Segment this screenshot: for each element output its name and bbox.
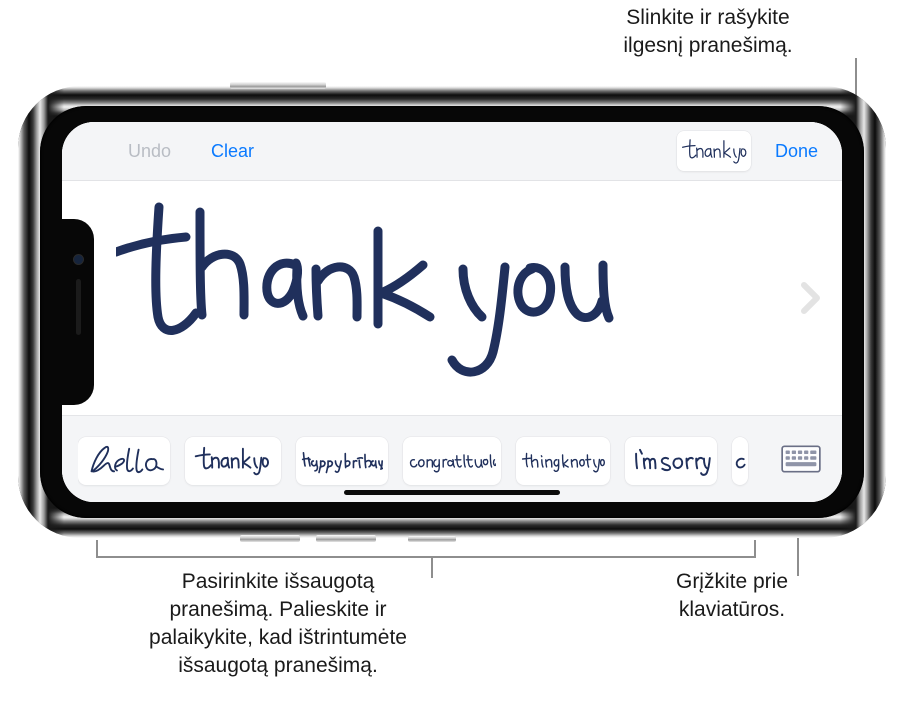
undo-button[interactable]: Undo [128,141,171,162]
thank-you-handwriting-icon [194,446,269,476]
toolbar-right-group: Done [676,131,818,171]
front-camera-icon [74,255,83,264]
saved-message-hello[interactable] [78,437,170,485]
ring-silent-switch [408,536,456,542]
leader-bracket-bottom-left [96,556,756,558]
power-button [230,82,326,89]
iphone-device-frame: Undo Clear Done [18,82,886,542]
saved-messages-scroller[interactable] [78,416,760,502]
saved-messages-strip [62,415,842,502]
clear-button[interactable]: Clear [211,141,254,162]
saved-message-congratulations[interactable] [403,437,501,485]
chevron-right-icon[interactable] [798,278,824,318]
thinking-of-you-handwriting-icon [521,452,605,473]
handwriting-canvas[interactable] [62,181,842,415]
done-button[interactable]: Done [775,141,818,162]
current-message-thumbnail[interactable] [676,131,751,171]
leader-line-bottom-left-stem [431,556,433,578]
im-sorry-handwriting-icon [635,448,711,476]
callout-choose-saved-message: Pasirinkite išsaugotą pranešimą. Paliesk… [149,570,407,677]
leader-bracket-right-tick [754,540,756,558]
saved-message-partial[interactable] [732,437,748,485]
keyboard-icon [781,445,821,473]
keyboard-button[interactable] [774,429,828,489]
callout-scroll-write-longer-message: Slinkite ir rašykite ilgesnį pranešimą. [623,6,793,57]
happy-birthday-handwriting-icon [301,451,383,474]
earpiece-speaker [76,279,81,335]
saved-message-im-sorry[interactable] [625,437,717,485]
leader-bracket-left-tick [96,540,98,558]
handwriting-thank-you [116,202,614,377]
volume-up-button [240,535,300,542]
saved-message-thinking-of-you[interactable] [516,437,610,485]
device-screen: Undo Clear Done [62,122,842,502]
saved-message-happy-birthday[interactable] [296,437,388,485]
hello-handwriting-icon [90,445,164,474]
volume-down-button [316,535,376,542]
callout-return-to-keyboard: Grįžkite prie klaviatūros. [675,570,789,621]
screen-notch [62,219,94,405]
handwriting-app: Undo Clear Done [62,122,842,502]
thank-you-thumbnail-icon [682,139,747,164]
partial-handwriting-icon [735,457,746,469]
top-toolbar: Undo Clear Done [62,122,842,181]
congratulations-handwriting-icon [409,454,496,473]
saved-message-thank-you[interactable] [185,437,281,485]
home-indicator[interactable] [344,490,560,495]
